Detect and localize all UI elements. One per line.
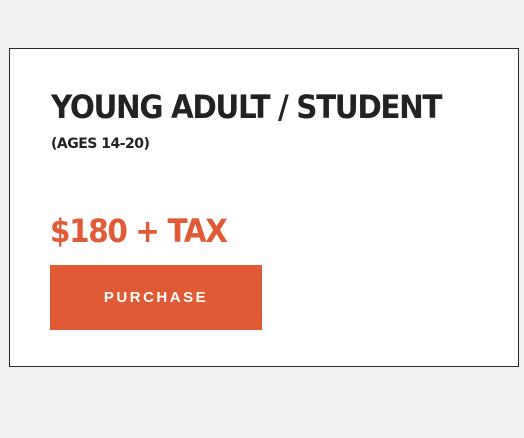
ticket-age-range: (AGES 14-20) <box>51 136 150 152</box>
purchase-button[interactable]: PURCHASE <box>50 265 262 330</box>
ticket-card: YOUNG ADULT / STUDENT (AGES 14-20) $180 … <box>9 48 519 367</box>
ticket-title: YOUNG ADULT / STUDENT <box>51 88 442 126</box>
purchase-button-label: PURCHASE <box>103 289 209 306</box>
ticket-price: $180 + TAX <box>50 212 228 250</box>
